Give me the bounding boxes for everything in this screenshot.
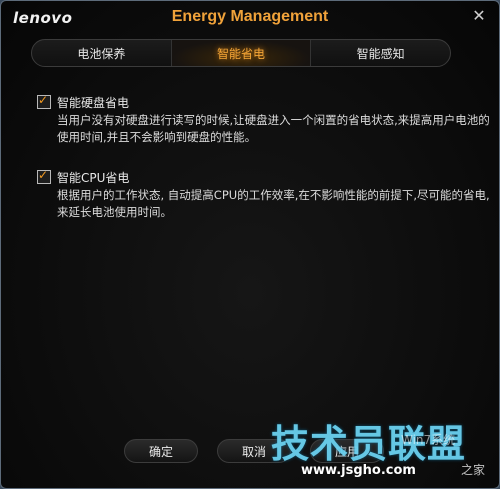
- cpu-power-saving-description: 根据用户的工作状态, 自动提高CPU的工作效率,在不影响性能的前提下,尽可能的省…: [57, 188, 490, 219]
- hdd-power-saving-description: 当用户没有对硬盘进行读写的时候,让硬盘进入一个闲置的省电状态,来提高用户电池的使…: [57, 113, 490, 144]
- tab-bar: 电池保养 智能省电 智能感知: [31, 39, 451, 67]
- close-icon[interactable]: ✕: [467, 6, 491, 26]
- cpu-power-saving-checkbox[interactable]: [37, 168, 51, 184]
- tab-smart-power-saving[interactable]: 智能省电: [171, 40, 312, 66]
- hdd-power-saving-checkbox[interactable]: [37, 93, 51, 109]
- watermark-windows-text: Win7系统: [401, 433, 456, 447]
- hdd-power-saving-label: 智能硬盘省电: [57, 96, 130, 110]
- cpu-power-saving-label: 智能CPU省电: [57, 171, 130, 185]
- energy-management-window: lenovo Energy Management ✕ 电池保养 智能省电 智能感…: [0, 0, 500, 489]
- watermark-home-text: 之家: [461, 463, 486, 477]
- tab-battery-care[interactable]: 电池保养: [32, 40, 172, 66]
- ok-button[interactable]: 确定: [124, 439, 198, 463]
- watermark-url: www.jsgho.com: [301, 463, 416, 478]
- window-title: Energy Management: [171, 8, 329, 25]
- tab-smart-sensing[interactable]: 智能感知: [311, 40, 450, 66]
